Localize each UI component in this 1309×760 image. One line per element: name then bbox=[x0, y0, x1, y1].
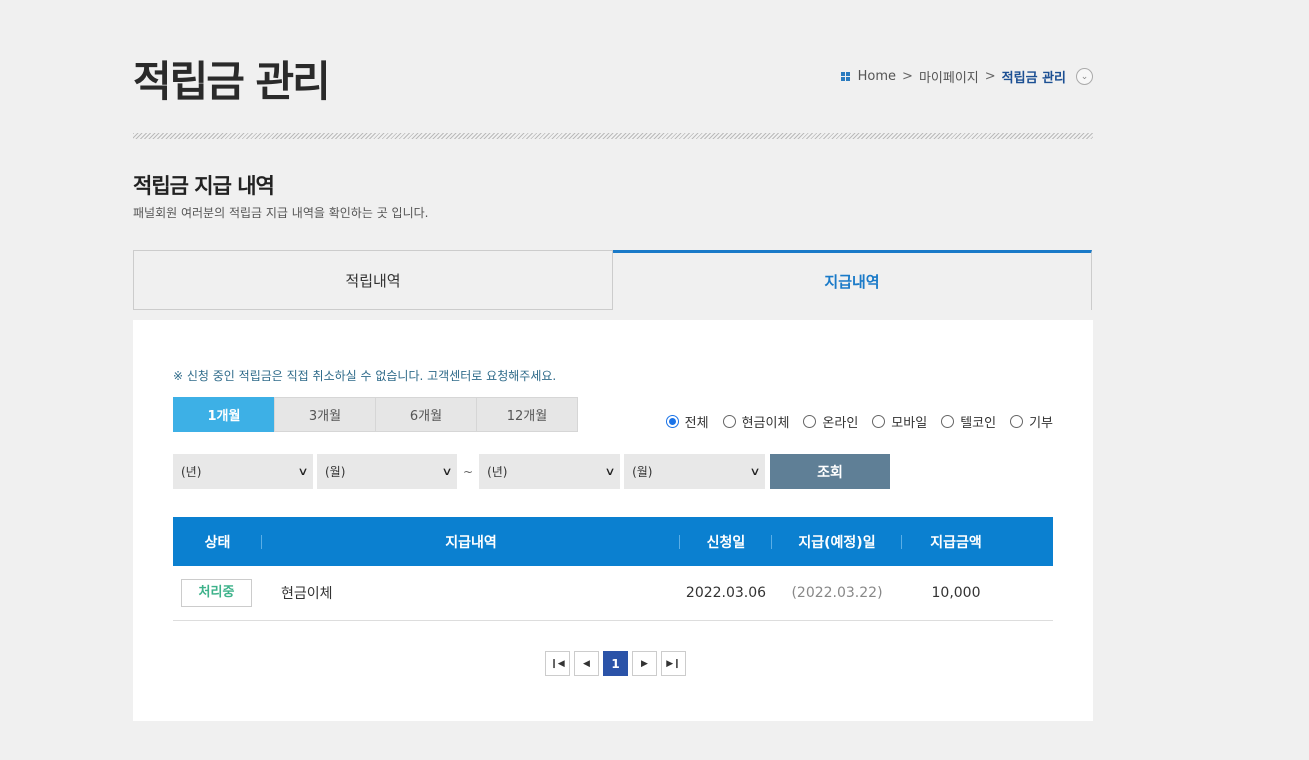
select-value: (년) bbox=[181, 465, 202, 479]
chevron-down-icon: ∨ bbox=[604, 465, 616, 478]
radio-label: 기부 bbox=[1029, 416, 1053, 431]
radio-unchecked-icon[interactable] bbox=[803, 415, 817, 428]
page-title: 적립금 관리 bbox=[133, 57, 331, 106]
status-badge: 처리중 bbox=[181, 579, 252, 607]
from-month-select[interactable]: (월) ∨ bbox=[317, 454, 457, 489]
next-page-icon[interactable]: ▶ bbox=[632, 651, 657, 676]
payout-table: 상태 지급내역 신청일 지급(예정)일 지급금액 처리중 현금이체 2022.0… bbox=[173, 517, 1053, 621]
select-value: (년) bbox=[487, 465, 508, 479]
last-page-icon[interactable]: ▶❙ bbox=[661, 651, 686, 676]
col-payout-type: 지급내역 bbox=[262, 532, 680, 552]
radio-donation[interactable]: 기부 bbox=[1010, 412, 1053, 431]
content-panel: ※ 신청 중인 적립금은 직접 취소하실 수 없습니다. 고객센터로 요청해주세… bbox=[133, 320, 1093, 721]
breadcrumb-mypage[interactable]: 마이페이지 bbox=[919, 67, 979, 86]
status-cell: 처리중 bbox=[173, 579, 260, 607]
apply-date-cell: 2022.03.06 bbox=[685, 585, 767, 601]
chevron-down-icon: ∨ bbox=[441, 465, 453, 478]
first-page-icon[interactable]: ❙◀ bbox=[545, 651, 570, 676]
page-number[interactable]: 1 bbox=[603, 651, 628, 676]
radio-telcoin[interactable]: 텔코인 bbox=[941, 412, 996, 431]
pay-date-cell: (2022.03.22) bbox=[791, 585, 883, 601]
to-month-select[interactable]: (월) ∨ bbox=[624, 454, 766, 489]
divider bbox=[133, 133, 1093, 139]
radio-unchecked-icon[interactable] bbox=[872, 415, 886, 428]
payout-type-cell: 현금이체 bbox=[281, 586, 333, 602]
radio-all[interactable]: 전체 bbox=[665, 412, 709, 431]
section-title: 적립금 지급 내역 bbox=[133, 174, 275, 198]
amount-cell: 10,000 bbox=[931, 585, 981, 601]
chevron-down-icon: ∨ bbox=[749, 465, 761, 478]
table-row: 처리중 현금이체 2022.03.06 (2022.03.22) 10,000 bbox=[173, 566, 1053, 621]
chevron-down-icon[interactable]: ⌄ bbox=[1076, 68, 1093, 85]
tab-earn-history[interactable]: 적립내역 bbox=[133, 250, 613, 310]
select-value: (월) bbox=[632, 465, 653, 479]
breadcrumb-separator: > bbox=[902, 69, 913, 84]
period-3-month-button[interactable]: 3개월 bbox=[274, 397, 376, 432]
period-6-month-button[interactable]: 6개월 bbox=[375, 397, 477, 432]
radio-unchecked-icon[interactable] bbox=[722, 415, 736, 428]
radio-label: 현금이체 bbox=[741, 416, 790, 431]
radio-mobile[interactable]: 모바일 bbox=[872, 412, 927, 431]
radio-online[interactable]: 온라인 bbox=[803, 412, 858, 431]
query-button[interactable]: 조회 bbox=[770, 454, 891, 489]
payout-type-radio-group: 전체 현금이체 온라인 모바일 텔코인 기부 bbox=[652, 412, 1053, 431]
date-filter: (년) ∨ (월) ∨ ~ (년) ∨ (월) ∨ 조회 bbox=[173, 454, 891, 489]
radio-label: 모바일 bbox=[891, 416, 928, 431]
radio-label: 전체 bbox=[684, 416, 709, 431]
col-status: 상태 bbox=[173, 532, 262, 552]
radio-unchecked-icon[interactable] bbox=[941, 415, 955, 428]
tab-payout-history[interactable]: 지급내역 bbox=[613, 250, 1092, 310]
breadcrumb: Home > 마이페이지 > 적립금 관리 ⌄ bbox=[840, 67, 1093, 86]
pagination: ❙◀ ◀ 1 ▶ ▶❙ bbox=[545, 651, 690, 676]
select-value: (월) bbox=[325, 465, 346, 479]
radio-unchecked-icon[interactable] bbox=[1010, 415, 1024, 428]
tab-bar: 적립내역 지급내역 bbox=[133, 250, 1092, 310]
section-description: 패널회원 여러분의 적립금 지급 내역을 확인하는 곳 입니다. bbox=[133, 206, 429, 220]
prev-page-icon[interactable]: ◀ bbox=[574, 651, 599, 676]
chevron-down-icon: ∨ bbox=[297, 465, 309, 478]
col-apply-date: 신청일 bbox=[680, 532, 772, 552]
notice-text: ※ 신청 중인 적립금은 직접 취소하실 수 없습니다. 고객센터로 요청해주세… bbox=[173, 369, 557, 383]
period-buttons: 1개월 3개월 6개월 12개월 bbox=[173, 397, 578, 432]
period-12-month-button[interactable]: 12개월 bbox=[476, 397, 578, 432]
from-year-select[interactable]: (년) ∨ bbox=[173, 454, 313, 489]
home-grid-icon bbox=[840, 72, 850, 81]
radio-checked-icon[interactable] bbox=[665, 415, 679, 428]
table-header: 상태 지급내역 신청일 지급(예정)일 지급금액 bbox=[173, 517, 1053, 566]
col-pay-date: 지급(예정)일 bbox=[772, 532, 902, 552]
period-1-month-button[interactable]: 1개월 bbox=[173, 397, 275, 432]
to-year-select[interactable]: (년) ∨ bbox=[479, 454, 621, 489]
breadcrumb-home[interactable]: Home bbox=[858, 69, 896, 84]
col-amount: 지급금액 bbox=[930, 534, 982, 551]
radio-label: 온라인 bbox=[822, 416, 859, 431]
radio-cash-transfer[interactable]: 현금이체 bbox=[722, 412, 790, 431]
range-tilde: ~ bbox=[463, 464, 474, 479]
breadcrumb-current: 적립금 관리 bbox=[1001, 71, 1066, 86]
breadcrumb-separator: > bbox=[984, 69, 996, 84]
radio-label: 텔코인 bbox=[960, 416, 997, 431]
